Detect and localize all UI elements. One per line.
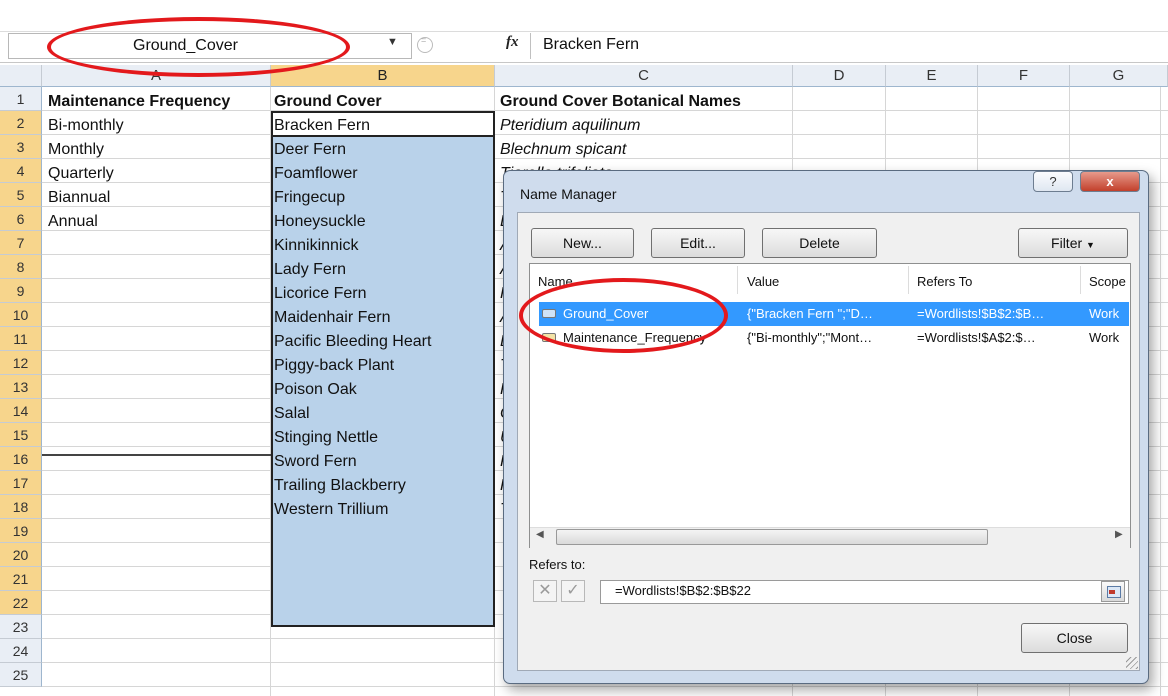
cell-b[interactable]: Fringecup [274,186,345,210]
row-header[interactable]: 10 [0,303,42,327]
column-header-c[interactable]: C [495,65,793,87]
row-header[interactable]: 14 [0,399,42,423]
list-item-scope[interactable]: Work [1089,330,1119,345]
cell-a[interactable]: Quarterly [48,162,114,186]
cell-b[interactable]: Salal [274,402,310,426]
column-header-scope[interactable]: Scope [1089,274,1126,289]
row-header[interactable]: 6 [0,207,42,231]
row-header[interactable]: 24 [0,639,42,663]
cell-c[interactable]: Blechnum spicant [500,138,626,162]
dialog-title: Name Manager [520,186,617,202]
select-all-corner[interactable] [0,65,42,87]
formula-bar-resize-icon[interactable]: = [417,35,433,53]
scroll-right-icon[interactable]: ▶ [1115,529,1123,540]
cell-b[interactable]: Honeysuckle [274,210,366,234]
row-header[interactable]: 1 [0,87,42,111]
row-header[interactable]: 23 [0,615,42,639]
column-header-d[interactable]: D [793,65,886,87]
list-header-separator [908,266,909,294]
row-header[interactable]: 8 [0,255,42,279]
list-header-separator [1080,266,1081,294]
cell-c1[interactable]: Ground Cover Botanical Names [500,90,741,114]
close-button[interactable]: Close [1021,623,1128,653]
refers-to-label: Refers to: [529,557,586,572]
dialog-close-button[interactable]: x [1080,171,1140,192]
list-item-value[interactable]: {"Bi-monthly";"Mont… [747,330,872,345]
cell-a[interactable]: Bi-monthly [48,114,124,138]
grid-line [1160,87,1161,696]
cell-b[interactable]: Foamflower [274,162,358,186]
cell-a[interactable]: Monthly [48,138,104,162]
cell-b[interactable]: Piggy-back Plant [274,354,394,378]
range-border [42,454,271,456]
column-header-g[interactable]: G [1070,65,1168,87]
help-button[interactable]: ? [1033,171,1073,192]
dropdown-arrow-icon: ▼ [1086,240,1095,250]
row-header[interactable]: 12 [0,351,42,375]
cell-b[interactable]: Bracken Fern [274,114,370,138]
row-header[interactable]: 2 [0,111,42,135]
name-box-dropdown-icon[interactable]: ▼ [387,36,398,48]
formula-input[interactable]: Bracken Fern [543,36,639,54]
cell-b[interactable]: Maidenhair Fern [274,306,391,330]
insert-function-icon[interactable]: fx [506,34,519,51]
list-item-refers-to[interactable]: =Wordlists!$A$2:$… [917,330,1036,345]
cell-a[interactable]: Biannual [48,186,110,210]
row-header[interactable]: 5 [0,183,42,207]
scroll-left-icon[interactable]: ◀ [536,529,544,540]
cell-a[interactable]: Annual [48,210,98,234]
row-header[interactable]: 25 [0,663,42,687]
row-header[interactable]: 9 [0,279,42,303]
row-header[interactable]: 11 [0,327,42,351]
row-header[interactable]: 17 [0,471,42,495]
cell-b[interactable]: Stinging Nettle [274,426,378,450]
cell-b[interactable]: Deer Fern [274,138,346,162]
row-header[interactable]: 22 [0,591,42,615]
row-header[interactable]: 18 [0,495,42,519]
new-button[interactable]: New... [531,228,634,258]
cell-b[interactable]: Kinnikinnick [274,234,358,258]
edit-button[interactable]: Edit... [651,228,745,258]
cell-b1[interactable]: Ground Cover [274,90,382,114]
collapse-dialog-icon[interactable] [1101,581,1125,602]
column-header-value[interactable]: Value [747,274,779,289]
column-header-e[interactable]: E [886,65,978,87]
filter-label: Filter [1051,235,1083,251]
annotation-ring [519,278,728,353]
row-header[interactable]: 4 [0,159,42,183]
cell-b[interactable]: Poison Oak [274,378,357,402]
column-header-refers-to[interactable]: Refers To [917,274,972,289]
filter-button[interactable]: Filter ▼ [1018,228,1128,258]
cell-a1[interactable]: Maintenance Frequency [48,90,230,114]
cell-b[interactable]: Lady Fern [274,258,346,282]
row-header[interactable]: 20 [0,543,42,567]
formula-bar-separator [530,33,531,59]
cell-b[interactable]: Licorice Fern [274,282,366,306]
row-header[interactable]: 16 [0,447,42,471]
row-header[interactable]: 19 [0,519,42,543]
list-item-refers-to: =Wordlists!$B$2:$B… [917,306,1045,321]
list-item-value: {"Bracken Fern ";"D… [747,306,873,321]
refers-to-value: =Wordlists!$B$2:$B$22 [615,583,751,598]
scrollbar-thumb[interactable] [556,529,988,545]
list-header-separator [737,266,738,294]
delete-button[interactable]: Delete [762,228,877,258]
cancel-edit-icon[interactable]: ✕ [533,580,557,602]
annotation-ring [47,17,350,77]
cell-b[interactable]: Trailing Blackberry [274,474,406,498]
row-header[interactable]: 15 [0,423,42,447]
row-header[interactable]: 13 [0,375,42,399]
row-header[interactable]: 7 [0,231,42,255]
cell-b[interactable]: Western Trillium [274,498,388,522]
resize-grip-icon[interactable] [1126,657,1138,669]
row-header[interactable]: 3 [0,135,42,159]
cell-b[interactable]: Sword Fern [274,450,357,474]
cell-b[interactable]: Pacific Bleeding Heart [274,330,431,354]
commit-edit-icon[interactable]: ✓ [561,580,585,602]
column-header-f[interactable]: F [978,65,1070,87]
row-header[interactable]: 21 [0,567,42,591]
list-item-scope: Work [1089,306,1120,321]
cell-c[interactable]: Pteridium aquilinum [500,114,641,138]
